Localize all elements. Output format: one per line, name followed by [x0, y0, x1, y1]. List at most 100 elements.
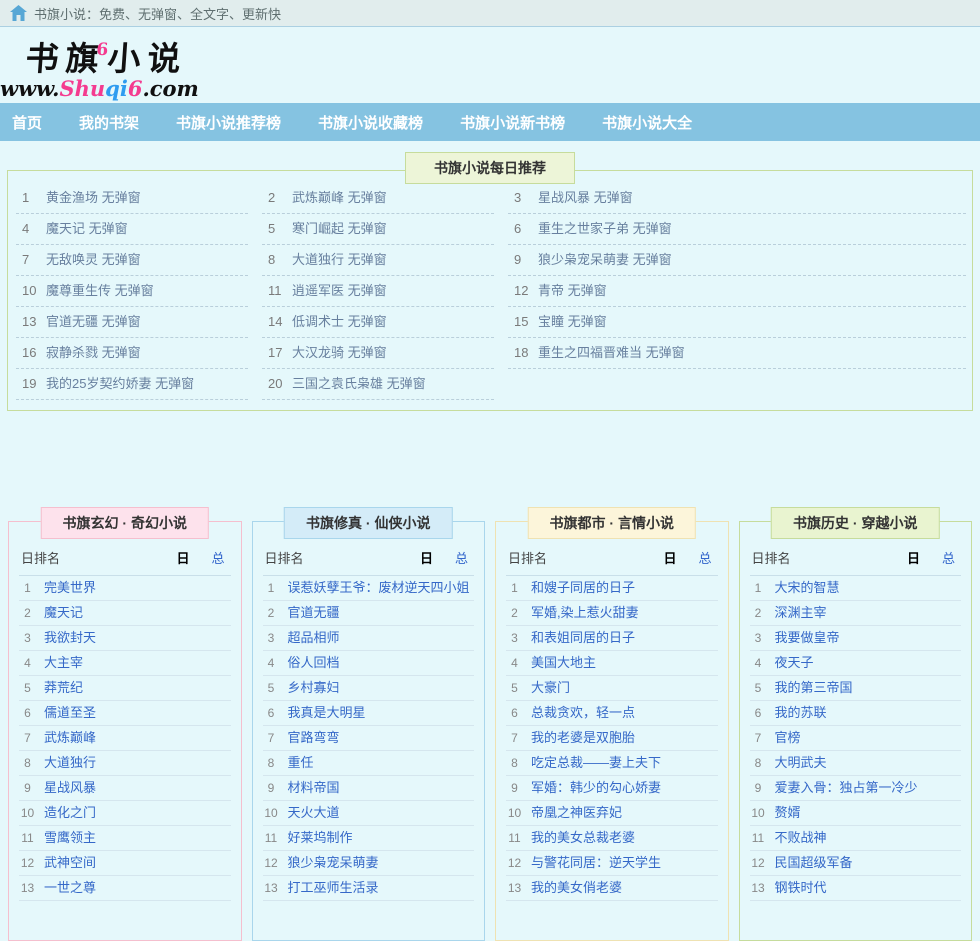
board-book-link[interactable]: 官道无疆 — [288, 605, 340, 620]
board-book-link[interactable]: 总裁贪欢，轻一点 — [531, 705, 635, 720]
daily-book-link[interactable]: 魔天记 无弹窗 — [46, 221, 128, 236]
home-icon[interactable] — [10, 5, 27, 21]
board-book-link[interactable]: 我的第三帝国 — [775, 680, 853, 695]
daily-book-link[interactable]: 大道独行 无弹窗 — [292, 252, 387, 267]
board-title: 书旗修真 · 仙侠小说 — [284, 507, 453, 539]
board-tab-total[interactable]: 总 — [698, 548, 711, 567]
board-book-link[interactable]: 好莱坞制作 — [288, 830, 353, 845]
board-book-link[interactable]: 不败战神 — [775, 830, 827, 845]
board-book-link[interactable]: 和嫂子同居的日子 — [531, 580, 635, 595]
board-rank: 1 — [24, 581, 31, 595]
daily-book-link[interactable]: 寂静杀戮 无弹窗 — [46, 345, 141, 360]
daily-book-link[interactable]: 重生之四福晋难当 无弹窗 — [538, 345, 685, 360]
daily-book-link[interactable]: 寒门崛起 无弹窗 — [292, 221, 387, 236]
site-logo[interactable]: 书旗6小说 www.Shuqi6.com — [0, 30, 199, 101]
board-book-link[interactable]: 魔天记 — [44, 605, 83, 620]
board-book-link[interactable]: 我要做皇帝 — [775, 630, 840, 645]
board-tab-day[interactable]: 日 — [420, 548, 433, 567]
board-book-link[interactable]: 与警花同居：逆天学生 — [531, 855, 661, 870]
daily-item: 17 大汉龙骑 无弹窗 — [262, 338, 494, 369]
board-book-link[interactable]: 一世之尊 — [44, 880, 96, 895]
board-book-link[interactable]: 完美世界 — [44, 580, 96, 595]
board-tab-day[interactable]: 日 — [907, 548, 920, 567]
board-book-link[interactable]: 大豪门 — [531, 680, 570, 695]
board-tab-total[interactable]: 总 — [455, 548, 468, 567]
daily-book-link[interactable]: 我的25岁契约娇妻 无弹窗 — [46, 376, 194, 391]
daily-book-link[interactable]: 武炼巅峰 无弹窗 — [292, 190, 387, 205]
daily-book-link[interactable]: 无敌唤灵 无弹窗 — [46, 252, 141, 267]
board-book-link[interactable]: 乡村寡妇 — [288, 680, 340, 695]
board-book-link[interactable]: 俗人回档 — [288, 655, 340, 670]
board-rank: 5 — [511, 681, 518, 695]
board-book-link[interactable]: 我的老婆是双胞胎 — [531, 730, 635, 745]
board-book-link[interactable]: 钢铁时代 — [775, 880, 827, 895]
daily-book-link[interactable]: 狼少枭宠呆萌妻 无弹窗 — [538, 252, 672, 267]
daily-book-link[interactable]: 星战风暴 无弹窗 — [538, 190, 633, 205]
board-book-link[interactable]: 官路弯弯 — [288, 730, 340, 745]
daily-book-link[interactable]: 魔尊重生传 无弹窗 — [46, 283, 154, 298]
board-tab-total[interactable]: 总 — [942, 548, 955, 567]
nav-item-home[interactable]: 首页 — [12, 112, 42, 133]
board-tab-day[interactable]: 日 — [176, 548, 189, 567]
daily-book-link[interactable]: 逍遥军医 无弹窗 — [292, 283, 387, 298]
nav-item-all-books[interactable]: 书旗小说大全 — [602, 112, 692, 133]
board-book-link[interactable]: 误惹妖孽王爷：废材逆天四小姐 — [288, 580, 470, 595]
daily-item: 14 低调术士 无弹窗 — [262, 307, 494, 338]
board-book-link[interactable]: 我真是大明星 — [288, 705, 366, 720]
daily-rank: 1 — [22, 190, 30, 205]
board-book-link[interactable]: 大道独行 — [44, 755, 96, 770]
board-tab-day[interactable]: 日 — [663, 548, 676, 567]
daily-book-link[interactable]: 重生之世家子弟 无弹窗 — [538, 221, 672, 236]
board-book-link[interactable]: 军婚,染上惹火甜妻 — [531, 605, 639, 620]
daily-book-link[interactable]: 黄金渔场 无弹窗 — [46, 190, 141, 205]
board-book-link[interactable]: 材料帝国 — [288, 780, 340, 795]
board-book-link[interactable]: 武神空间 — [44, 855, 96, 870]
board-book-link[interactable]: 爱妻入骨：独占第一冷少 — [775, 780, 918, 795]
daily-book-link[interactable]: 大汉龙骑 无弹窗 — [292, 345, 387, 360]
board-book-link[interactable]: 重任 — [288, 755, 314, 770]
board-book-link[interactable]: 深渊主宰 — [775, 605, 827, 620]
daily-book-link[interactable]: 三国之袁氏枭雄 无弹窗 — [292, 376, 426, 391]
board-tab-total[interactable]: 总 — [211, 548, 224, 567]
nav-item-new-rank[interactable]: 书旗小说新书榜 — [460, 112, 565, 133]
board-book-link[interactable]: 狼少枭宠呆萌妻 — [288, 855, 379, 870]
nav-item-recommend-rank[interactable]: 书旗小说推荐榜 — [176, 112, 281, 133]
board-book-link[interactable]: 美国大地主 — [531, 655, 596, 670]
board-book-link[interactable]: 赘婿 — [775, 805, 801, 820]
board-book-link[interactable]: 我的美女总裁老婆 — [531, 830, 635, 845]
board-book-link[interactable]: 大明武夫 — [775, 755, 827, 770]
board-book-link[interactable]: 武炼巅峰 — [44, 730, 96, 745]
board-row: 2 官道无疆 — [262, 601, 474, 626]
board-book-link[interactable]: 我的美女俏老婆 — [531, 880, 622, 895]
board-rank: 5 — [24, 681, 31, 695]
daily-book-link[interactable]: 官道无疆 无弹窗 — [46, 314, 141, 329]
board-book-link[interactable]: 造化之门 — [44, 805, 96, 820]
daily-book-link[interactable]: 低调术士 无弹窗 — [292, 314, 387, 329]
nav-item-bookshelf[interactable]: 我的书架 — [79, 112, 139, 133]
board-book-link[interactable]: 莽荒纪 — [44, 680, 83, 695]
board-book-link[interactable]: 官榜 — [775, 730, 801, 745]
daily-book-link[interactable]: 青帝 无弹窗 — [538, 283, 607, 298]
daily-rank: 19 — [22, 376, 37, 391]
board-book-link[interactable]: 和表姐同居的日子 — [531, 630, 635, 645]
board-book-link[interactable]: 我欲封天 — [44, 630, 96, 645]
board-book-link[interactable]: 儒道至圣 — [44, 705, 96, 720]
board-book-link[interactable]: 民国超级军备 — [775, 855, 853, 870]
board-book-link[interactable]: 大宋的智慧 — [775, 580, 840, 595]
board-book-link[interactable]: 雪鹰领主 — [44, 830, 96, 845]
board-rank: 11 — [21, 831, 34, 845]
board-book-link[interactable]: 帝凰之神医弃妃 — [531, 805, 622, 820]
board-book-link[interactable]: 吃定总裁——妻上夫下 — [531, 755, 661, 770]
nav-item-collect-rank[interactable]: 书旗小说收藏榜 — [318, 112, 423, 133]
board-book-link[interactable]: 天火大道 — [288, 805, 340, 820]
board-book-link[interactable]: 军婚：韩少的勾心娇妻 — [531, 780, 661, 795]
board-row: 6 儒道至圣 — [19, 701, 231, 726]
board-book-link[interactable]: 打工巫师生活录 — [288, 880, 379, 895]
board-book-link[interactable]: 我的苏联 — [775, 705, 827, 720]
daily-book-link[interactable]: 宝瞳 无弹窗 — [538, 314, 607, 329]
board-book-link[interactable]: 超品相师 — [288, 630, 340, 645]
board-book-link[interactable]: 星战风暴 — [44, 780, 96, 795]
board-book-link[interactable]: 大主宰 — [44, 655, 83, 670]
daily-rank: 8 — [268, 252, 276, 267]
board-book-link[interactable]: 夜天子 — [775, 655, 814, 670]
